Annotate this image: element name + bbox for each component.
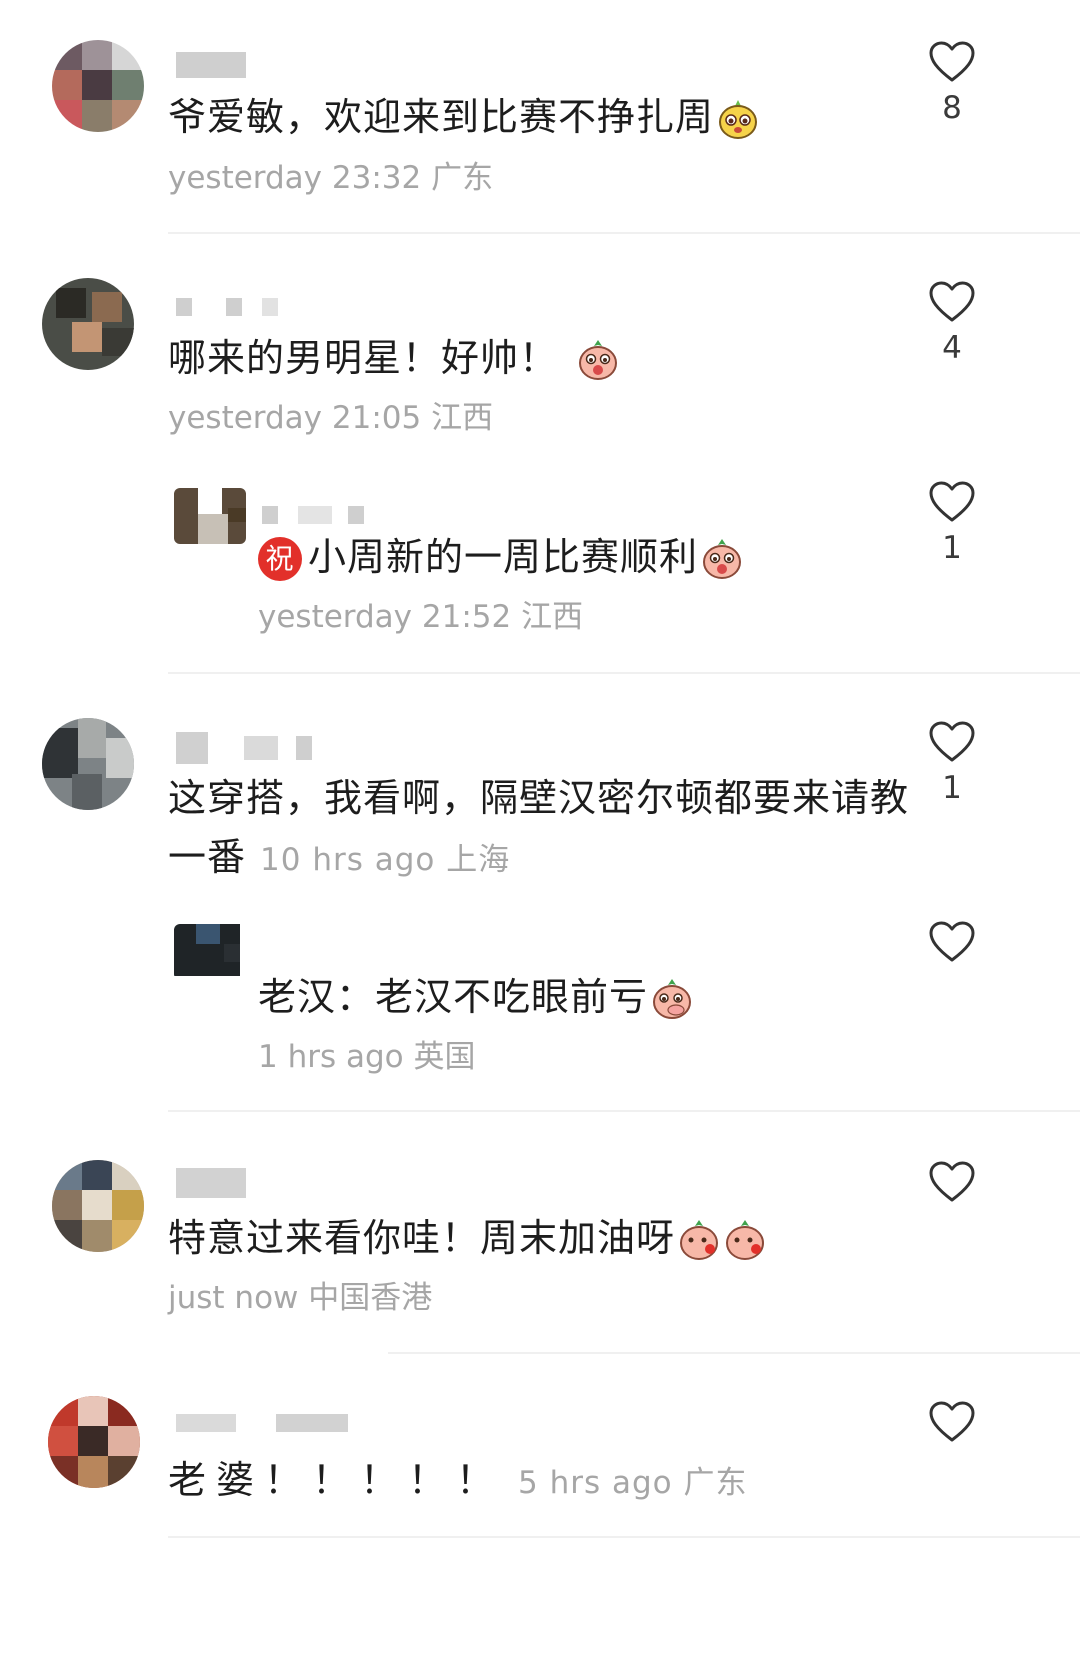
comment-location: 江西 — [431, 400, 494, 436]
heart-icon — [929, 1401, 975, 1442]
comment-time: yesterday 23:32 — [168, 160, 422, 196]
avatar[interactable] — [52, 40, 144, 132]
divider — [168, 1110, 1080, 1112]
divider — [168, 1536, 1080, 1538]
peach-face-emoji — [576, 337, 620, 393]
comment-meta: 1 hrs ago 英国 — [258, 1037, 475, 1077]
comment-location: 广东 — [431, 160, 494, 196]
divider — [388, 1352, 1080, 1354]
heart-icon — [929, 721, 975, 762]
peach-face-emoji — [700, 536, 744, 592]
avatar[interactable] — [174, 924, 246, 980]
heart-icon — [929, 281, 975, 322]
comment-text: 哪来的男明星！好帅！ — [168, 333, 620, 393]
comment-text: 老婆！！！！！ 5 hrs ago 广东 — [168, 1458, 748, 1502]
yellow-face-emoji — [716, 96, 760, 152]
like-button[interactable]: 4 — [922, 280, 982, 366]
peach-blush-emoji — [677, 1217, 767, 1273]
username-blurred[interactable] — [176, 52, 246, 78]
avatar[interactable] — [174, 488, 246, 544]
reply-text: 老汉：老汉不吃眼前亏 — [258, 972, 694, 1032]
heart-icon — [929, 481, 975, 522]
divider — [168, 232, 1080, 234]
username-blurred[interactable] — [176, 1414, 356, 1432]
comment-time: just now — [168, 1280, 299, 1316]
like-count: 8 — [942, 90, 962, 126]
username-blurred[interactable] — [176, 732, 336, 764]
avatar[interactable] — [42, 278, 134, 370]
comment-location: 广东 — [683, 1465, 748, 1501]
like-count: 1 — [942, 530, 962, 566]
comment-location: 上海 — [446, 842, 511, 878]
comment-meta: just now 中国香港 — [168, 1278, 432, 1318]
username-blurred[interactable] — [176, 298, 286, 316]
comment-meta: 5 hrs ago 广东 — [518, 1465, 747, 1501]
comment-text: 特意过来看你哇！周末加油呀 — [168, 1213, 767, 1273]
comment-text-line2: 一番 — [168, 835, 247, 879]
like-count: 4 — [942, 330, 962, 366]
comment-time: 10 hrs ago — [260, 842, 436, 878]
like-button[interactable]: 1 — [922, 720, 982, 806]
comment-time: yesterday 21:05 — [168, 400, 422, 436]
like-button[interactable] — [922, 1160, 982, 1210]
heart-icon — [929, 41, 975, 82]
avatar[interactable] — [42, 718, 134, 810]
comment-text: 这穿搭，我看啊，隔壁汉密尔顿都要来请教 — [168, 773, 909, 823]
comment-meta: yesterday 21:52 江西 — [258, 597, 583, 637]
heart-icon — [929, 1161, 975, 1202]
comment-location: 中国香港 — [308, 1280, 433, 1316]
comment-location: 江西 — [521, 599, 584, 635]
like-button[interactable] — [922, 1400, 982, 1450]
comment-time: 5 hrs ago — [518, 1465, 673, 1501]
like-count: 1 — [942, 770, 962, 806]
comment-meta: yesterday 21:05 江西 — [168, 398, 493, 438]
reply-text: 祝小周新的一周比赛顺利 — [258, 532, 744, 592]
heart-icon — [929, 921, 975, 962]
wish-badge: 祝 — [258, 537, 302, 581]
like-button[interactable]: 8 — [922, 40, 982, 126]
divider — [168, 672, 1080, 674]
like-button[interactable] — [922, 920, 982, 970]
comment-time: 1 hrs ago — [258, 1039, 404, 1075]
comment-text: 爷爱敏，欢迎来到比赛不挣扎周 — [168, 92, 760, 152]
username-blurred[interactable] — [262, 506, 372, 524]
comment-meta: yesterday 23:32 广东 — [168, 158, 493, 198]
peach-shy-emoji — [650, 976, 694, 1032]
username-blurred[interactable] — [176, 1168, 246, 1198]
avatar[interactable] — [48, 1396, 140, 1488]
like-button[interactable]: 1 — [922, 480, 982, 566]
comment-location: 英国 — [413, 1039, 476, 1075]
comment-time: yesterday 21:52 — [258, 599, 512, 635]
avatar[interactable] — [52, 1160, 144, 1252]
comment-text: 一番 10 hrs ago 上海 — [168, 832, 510, 885]
comment-meta: 10 hrs ago 上海 — [260, 842, 510, 878]
comment-text-line1: 这穿搭，我看啊，隔壁汉密尔顿都要来请教 — [168, 776, 910, 820]
